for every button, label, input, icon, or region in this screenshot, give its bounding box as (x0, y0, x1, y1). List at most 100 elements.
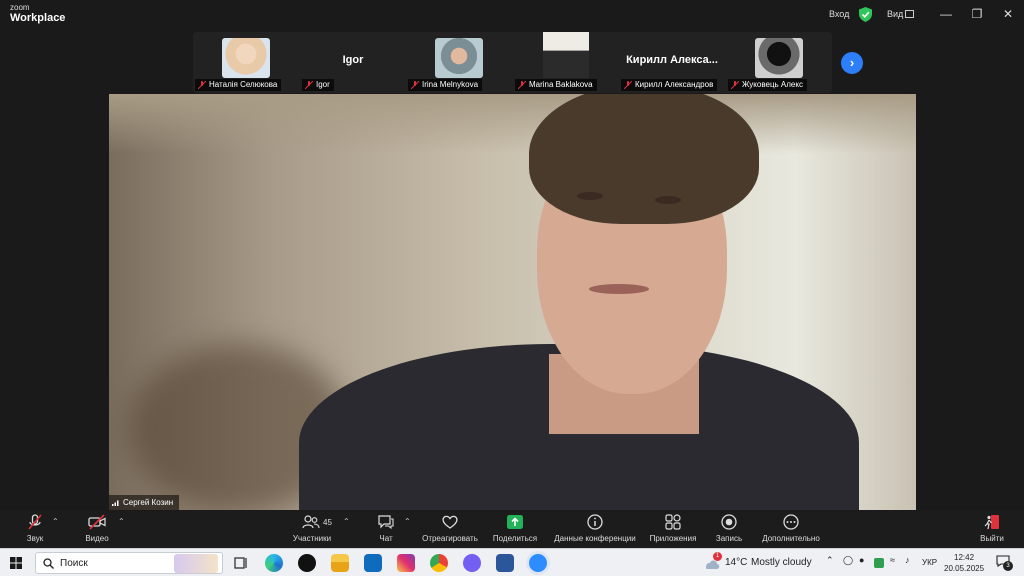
chrome-icon[interactable] (430, 554, 448, 572)
participant-label: Irina Melnykova (408, 79, 483, 91)
speaker-eye-right (655, 196, 681, 204)
participants-options-caret[interactable]: ⌃ (343, 517, 350, 526)
taskbar-clock[interactable]: 12:42 20.05.2025 (944, 552, 984, 574)
participant-photo (435, 38, 483, 78)
video-options-caret[interactable]: ⌃ (118, 517, 125, 526)
notifications-button[interactable]: 3 (996, 555, 1013, 571)
view-grid-icon[interactable] (905, 10, 914, 18)
meeting-controls-bar: Звук ⌃ Видео ⌃ Участники 45 ⌃ Чат ⌃ Отре… (0, 511, 1024, 548)
participant-photo (755, 38, 803, 78)
participant-tile[interactable]: Igor Igor (300, 32, 406, 93)
instagram-icon[interactable] (397, 554, 415, 572)
outlook-icon[interactable] (364, 554, 382, 572)
mic-muted-icon (411, 81, 419, 89)
audio-button[interactable]: Звук (20, 514, 50, 548)
meeting-info-label: Данные конференции (554, 534, 636, 543)
minimize-icon[interactable]: — (938, 6, 954, 22)
participant-name: Igor (316, 80, 330, 89)
windows-taskbar: Поиск 1 14°C Mostly cloudy ⌃ ◯ ● ≈ ♪ УКР… (0, 548, 1024, 576)
participant-photo (222, 38, 270, 78)
edge-icon[interactable] (265, 554, 283, 572)
word-icon[interactable] (496, 554, 514, 572)
language-indicator[interactable]: УКР (922, 558, 937, 567)
mic-muted-icon (28, 514, 42, 530)
video-button[interactable]: Видео (82, 514, 112, 548)
speaker-face-overlay (537, 134, 727, 394)
participants-count: 45 (323, 518, 332, 527)
taskbar-search-box[interactable]: Поиск (35, 552, 223, 574)
share-screen-icon (507, 515, 523, 529)
leave-icon (984, 515, 999, 530)
leave-button[interactable]: Выйти (978, 514, 1006, 548)
next-page-button[interactable]: › (841, 52, 863, 74)
tray-app-icon[interactable]: ◯ (843, 555, 853, 566)
audio-label: Звук (26, 534, 44, 543)
participants-strip: Наталія Селюкова Igor Igor Irina Melnyko… (193, 32, 832, 93)
task-view-icon[interactable] (232, 554, 250, 572)
apps-icon (665, 514, 681, 530)
mic-muted-icon (731, 81, 739, 89)
windows-start-icon[interactable] (10, 557, 22, 569)
participant-tile[interactable]: Жуковець Алекс (726, 32, 832, 93)
video-background-top (109, 94, 916, 154)
react-button[interactable]: Отреагировать (420, 514, 480, 548)
tray-green-app-icon[interactable] (874, 558, 884, 568)
participant-tile[interactable]: Наталія Селюкова (193, 32, 299, 93)
speaker-name-tag: Сергей Козин (109, 495, 180, 510)
share-label: Поделиться (492, 534, 538, 543)
mic-muted-icon (624, 81, 632, 89)
viber-icon[interactable] (463, 554, 481, 572)
close-icon[interactable]: ✕ (1000, 6, 1016, 22)
notification-count: 3 (1003, 561, 1013, 571)
participant-name: Наталія Селюкова (209, 80, 278, 89)
active-speaker-video[interactable]: Сергей Козин (109, 94, 916, 510)
chat-label: Чат (379, 534, 393, 543)
clock-time: 12:42 (954, 553, 975, 562)
leave-label: Выйти (980, 534, 1004, 543)
weather-temperature[interactable]: 14°C (725, 557, 747, 568)
volume-icon[interactable]: ♪ (905, 555, 910, 565)
mic-muted-icon (305, 81, 313, 89)
more-icon (783, 514, 799, 530)
file-explorer-icon[interactable] (331, 554, 349, 572)
mic-muted-icon (198, 81, 206, 89)
login-link[interactable]: Вход (829, 9, 849, 19)
speaker-name: Сергей Козин (123, 498, 174, 507)
tiktok-icon[interactable] (298, 554, 316, 572)
apps-button[interactable]: Приложения (648, 514, 698, 548)
clock-date: 20.05.2025 (944, 564, 985, 573)
video-off-icon (88, 514, 106, 530)
tray-overflow-icon[interactable]: ⌃ (826, 555, 834, 566)
weather-badge: 1 (713, 552, 722, 561)
participants-icon (302, 515, 320, 529)
shield-icon[interactable] (859, 7, 872, 22)
participant-tile[interactable]: Кирилл Алекса... Кирилл Александров (619, 32, 725, 93)
info-icon (587, 514, 603, 530)
more-button[interactable]: Дополнительно (760, 514, 822, 548)
participant-name: Marina Baklakova (529, 80, 593, 89)
chat-options-caret[interactable]: ⌃ (404, 517, 411, 526)
microphone-icon[interactable]: ● (859, 555, 864, 565)
chat-button[interactable]: Чат (372, 514, 400, 548)
participant-tile[interactable]: Marina Baklakova (513, 32, 619, 93)
restore-icon[interactable]: ❐ (969, 6, 985, 22)
wifi-icon[interactable]: ≈ (890, 555, 895, 565)
signal-strength-icon (112, 500, 119, 506)
audio-options-caret[interactable]: ⌃ (52, 517, 59, 526)
share-button[interactable]: Поделиться (492, 514, 538, 548)
participant-label: Marina Baklakova (515, 79, 597, 91)
participants-label: Участники (292, 534, 332, 543)
speaker-eye-left (577, 192, 603, 200)
participant-tile[interactable]: Irina Melnykova (406, 32, 512, 93)
participant-label: Наталія Селюкова (195, 79, 282, 91)
meeting-info-button[interactable]: Данные конференции (553, 514, 637, 548)
speaker-mouth (589, 284, 649, 294)
weather-description[interactable]: Mostly cloudy (751, 557, 812, 568)
view-menu[interactable]: Вид (887, 9, 903, 19)
zoom-taskbar-icon[interactable] (529, 554, 547, 572)
participant-display-name: Кирилл Алекса... (626, 54, 718, 66)
record-button[interactable]: Запись (714, 514, 744, 548)
title-bar: zoom Workplace Вход Вид — ❐ ✕ (0, 0, 1024, 30)
record-label: Запись (715, 534, 743, 543)
more-label: Дополнительно (762, 534, 820, 543)
